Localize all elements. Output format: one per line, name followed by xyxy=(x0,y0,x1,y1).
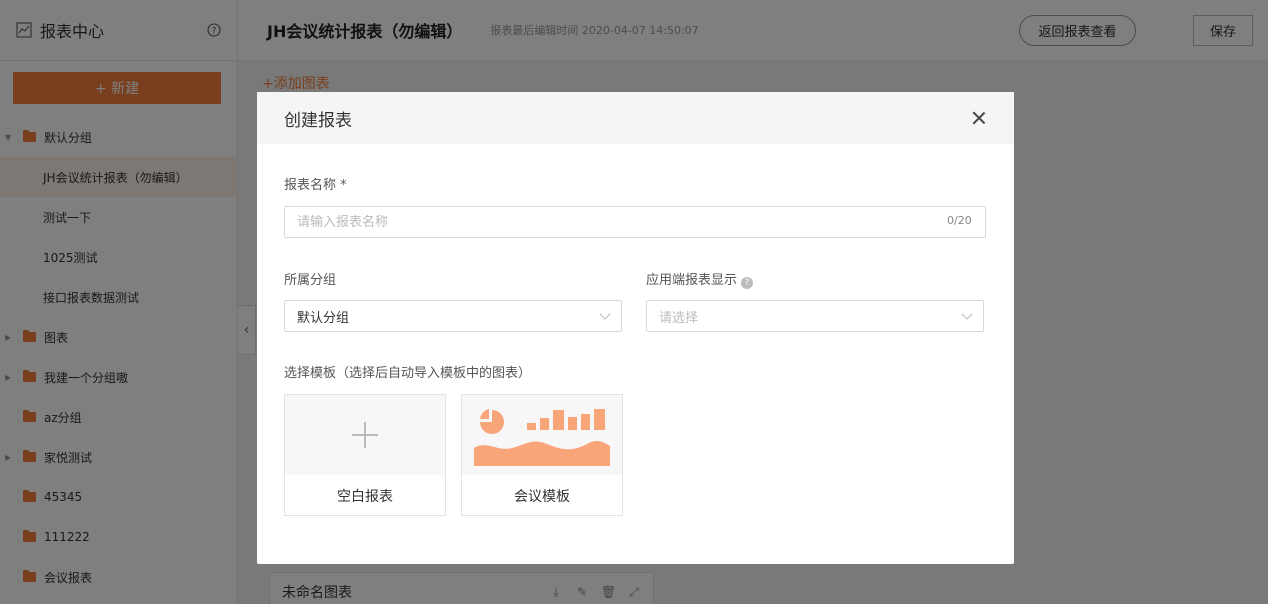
app-display-label-wrap: 应用端报表显示? xyxy=(646,269,754,289)
template-caption: 会议模板 xyxy=(514,488,570,505)
app-display-label: 应用端报表显示 xyxy=(646,273,738,288)
plus-icon xyxy=(352,422,378,448)
create-report-dialog: 创建报表 报表名称 * 0/20 所属分组 默认分组 应用端报表显示? 请选择 … xyxy=(257,92,1014,564)
chart-thumbnail-icon xyxy=(474,409,610,466)
dialog-header: 创建报表 xyxy=(257,92,1014,144)
report-name-label: 报表名称 * xyxy=(284,178,347,193)
group-select[interactable]: 默认分组 xyxy=(284,300,622,332)
char-counter: 0/20 xyxy=(947,214,972,227)
template-caption: 空白报表 xyxy=(337,488,393,505)
dialog-title: 创建报表 xyxy=(284,110,352,131)
chevron-down-icon xyxy=(599,308,611,320)
close-icon[interactable] xyxy=(971,110,987,126)
chevron-down-icon xyxy=(961,308,973,320)
template-preview xyxy=(462,395,622,475)
app-display-placeholder: 请选择 xyxy=(659,310,699,326)
group-label: 所属分组 xyxy=(284,273,337,288)
app-display-select[interactable]: 请选择 xyxy=(646,300,984,332)
template-preview xyxy=(285,395,445,475)
report-name-input[interactable] xyxy=(284,206,986,238)
help-icon[interactable]: ? xyxy=(741,277,754,289)
template-blank[interactable]: 空白报表 xyxy=(284,394,446,516)
template-label: 选择模板（选择后自动导入模板中的图表） xyxy=(284,366,532,381)
group-select-value: 默认分组 xyxy=(297,310,350,326)
template-meeting[interactable]: 会议模板 xyxy=(461,394,623,516)
